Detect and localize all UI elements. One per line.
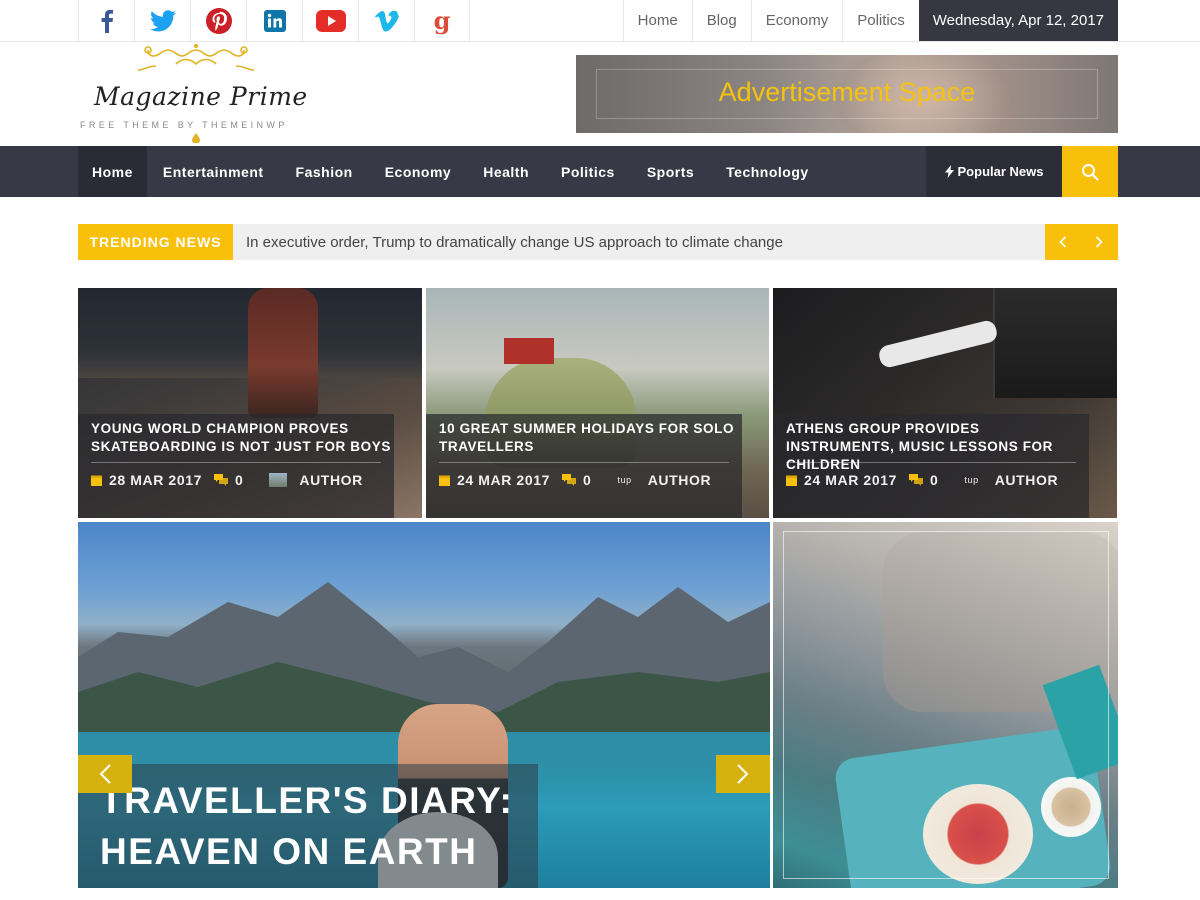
chevron-left-icon xyxy=(1059,236,1067,248)
pinterest-icon[interactable] xyxy=(190,0,246,41)
card-comments[interactable]: 0 xyxy=(583,472,591,488)
card-photo-guitar xyxy=(877,318,999,370)
card-comments[interactable]: 0 xyxy=(930,472,938,488)
social-links: g xyxy=(78,0,470,41)
main-nav: Home Entertainment Fashion Economy Healt… xyxy=(0,146,1200,197)
search-button[interactable] xyxy=(1062,146,1118,197)
nav-item-technology[interactable]: Technology xyxy=(710,146,825,197)
news-card-skateboarding[interactable]: YOUNG WORLD CHAMPION PROVES SKATEBOARDIN… xyxy=(78,288,422,518)
featured-title-line1[interactable]: TRAVELLER'S DIARY: xyxy=(100,780,513,822)
card-photo-cooler xyxy=(504,338,554,364)
card-title[interactable]: YOUNG WORLD CHAMPION PROVES SKATEBOARDIN… xyxy=(91,420,391,456)
side-card-frame xyxy=(783,531,1109,879)
top-bar: g Home Blog Economy Politics Wednesday, … xyxy=(0,0,1200,42)
comments-icon xyxy=(561,474,576,486)
featured-title-line2[interactable]: HEAVEN ON EARTH xyxy=(100,831,477,873)
logo-ornament xyxy=(137,44,255,71)
nav-item-home[interactable]: Home xyxy=(78,146,147,197)
comments-icon xyxy=(213,474,228,486)
logo-drop xyxy=(192,133,200,143)
popular-news-label: Popular News xyxy=(957,164,1044,179)
twitter-icon[interactable] xyxy=(134,0,190,41)
nav-item-entertainment[interactable]: Entertainment xyxy=(147,146,280,197)
chevron-left-icon xyxy=(99,764,111,784)
card-author[interactable]: AUTHOR xyxy=(299,472,362,488)
top-link-politics[interactable]: Politics xyxy=(842,0,919,41)
nav-item-fashion[interactable]: Fashion xyxy=(280,146,369,197)
chevron-right-icon xyxy=(737,764,749,784)
card-meta: 24 MAR 2017 0 tup AUTHOR xyxy=(439,470,711,490)
card-author[interactable]: AUTHOR xyxy=(995,472,1058,488)
chevron-right-icon xyxy=(1095,236,1103,248)
popular-news-button[interactable]: Popular News xyxy=(926,146,1062,197)
linkedin-icon[interactable] xyxy=(246,0,302,41)
card-photo-skater xyxy=(248,288,318,418)
logo-tagline: FREE THEME BY THEMEINWP xyxy=(80,120,288,130)
calendar-icon xyxy=(786,475,797,486)
card-title[interactable]: 10 GREAT SUMMER HOLIDAYS FOR SOLO TRAVEL… xyxy=(439,420,739,456)
news-card-athens-group[interactable]: ATHENS GROUP PROVIDES INSTRUMENTS, MUSIC… xyxy=(773,288,1117,518)
nav-item-sports[interactable]: Sports xyxy=(631,146,710,197)
top-link-economy[interactable]: Economy xyxy=(750,0,843,41)
author-avatar xyxy=(269,473,288,487)
calendar-icon xyxy=(91,475,102,486)
card-author[interactable]: AUTHOR xyxy=(648,472,711,488)
card-date: 24 MAR 2017 xyxy=(457,472,550,488)
comments-icon xyxy=(908,474,923,486)
top-links: Home Blog Economy Politics Wednesday, Ap… xyxy=(622,0,1118,41)
author-avatar: tup xyxy=(964,475,979,485)
vimeo-icon[interactable] xyxy=(358,0,414,41)
ad-text: Advertisement Space xyxy=(718,77,976,107)
top-link-blog[interactable]: Blog xyxy=(691,0,751,41)
nav-item-politics[interactable]: Politics xyxy=(545,146,631,197)
slider-next-button[interactable] xyxy=(716,755,770,793)
search-icon xyxy=(1082,163,1099,181)
nav-item-health[interactable]: Health xyxy=(467,146,545,197)
nav-items: Home Entertainment Fashion Economy Healt… xyxy=(78,146,825,197)
lightning-icon xyxy=(944,165,954,178)
youtube-icon[interactable] xyxy=(302,0,358,41)
card-divider xyxy=(91,462,381,463)
card-meta: 24 MAR 2017 0 tup AUTHOR xyxy=(786,470,1058,490)
card-divider xyxy=(786,462,1076,463)
card-photo-amp xyxy=(993,288,1117,398)
card-divider xyxy=(439,462,729,463)
card-date: 24 MAR 2017 xyxy=(804,472,897,488)
trending-prev-button[interactable] xyxy=(1045,224,1081,260)
author-avatar: tup xyxy=(617,475,632,485)
nav-item-economy[interactable]: Economy xyxy=(369,146,468,197)
calendar-icon xyxy=(439,475,450,486)
side-feature-card[interactable] xyxy=(773,522,1118,888)
trending-headline[interactable]: In executive order, Trump to dramaticall… xyxy=(246,224,783,260)
trending-bar: TRENDING NEWS In executive order, Trump … xyxy=(78,224,1118,260)
slider-prev-button[interactable] xyxy=(78,755,132,793)
trending-next-button[interactable] xyxy=(1081,224,1117,260)
card-date: 28 MAR 2017 xyxy=(109,472,202,488)
news-card-summer-holidays[interactable]: 10 GREAT SUMMER HOLIDAYS FOR SOLO TRAVEL… xyxy=(426,288,769,518)
card-title[interactable]: ATHENS GROUP PROVIDES INSTRUMENTS, MUSIC… xyxy=(786,420,1086,474)
advertisement-banner[interactable]: Advertisement Space xyxy=(576,55,1118,133)
card-meta: 28 MAR 2017 0 AUTHOR xyxy=(91,470,363,490)
trending-label: TRENDING NEWS xyxy=(78,224,233,260)
top-link-home[interactable]: Home xyxy=(622,0,692,41)
trending-controls xyxy=(1045,224,1118,260)
featured-slider[interactable]: TRAVELLER'S DIARY: HEAVEN ON EARTH xyxy=(78,522,770,888)
facebook-icon[interactable] xyxy=(78,0,134,41)
logo-title: Magazine Prime xyxy=(94,82,308,111)
site-logo[interactable]: Magazine Prime FREE THEME BY THEMEINWP xyxy=(78,44,318,144)
google-plus-icon[interactable]: g xyxy=(414,0,470,41)
current-date: Wednesday, Apr 12, 2017 xyxy=(918,0,1118,41)
card-comments[interactable]: 0 xyxy=(235,472,243,488)
